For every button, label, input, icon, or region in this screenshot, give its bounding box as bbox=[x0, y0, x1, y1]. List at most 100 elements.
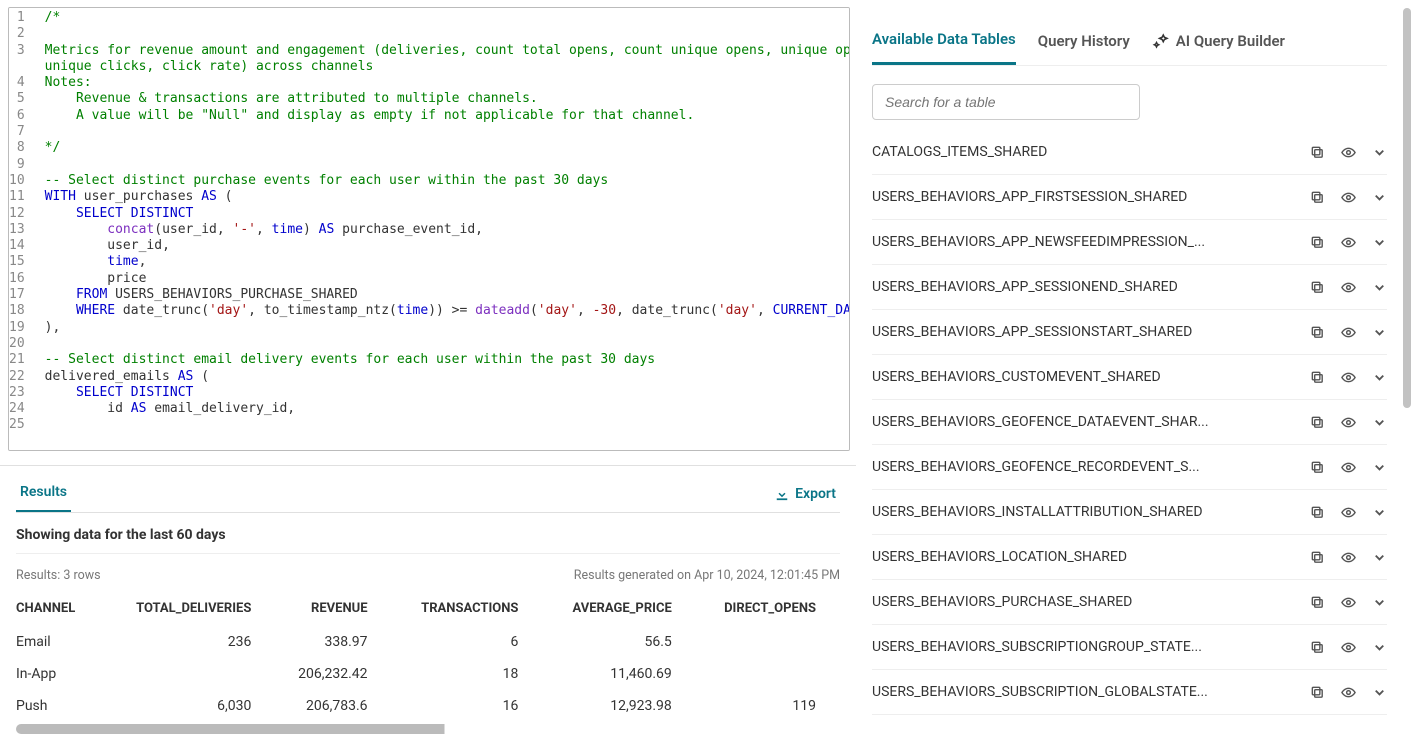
eye-icon[interactable] bbox=[1341, 460, 1356, 475]
column-header: DIRECT_OPENS bbox=[696, 591, 840, 626]
eye-icon[interactable] bbox=[1341, 370, 1356, 385]
chevron-down-icon[interactable] bbox=[1372, 145, 1387, 160]
table-cell: 12,923.98 bbox=[542, 690, 695, 722]
eye-icon[interactable] bbox=[1341, 325, 1356, 340]
table-name: USERS_BEHAVIORS_APP_SESSIONSTART_SHARED bbox=[872, 324, 1192, 340]
table-item[interactable]: USERS_BEHAVIORS_LOCATION_SHARED bbox=[872, 535, 1387, 580]
column-header: TOTAL_DELIVERIES bbox=[102, 591, 275, 626]
eye-icon[interactable] bbox=[1341, 145, 1356, 160]
chevron-down-icon[interactable] bbox=[1372, 235, 1387, 250]
table-row: Email236338.97656.5 bbox=[16, 626, 840, 658]
table-name: USERS_BEHAVIORS_INSTALLATTRIBUTION_SHARE… bbox=[872, 504, 1203, 520]
table-name: USERS_BEHAVIORS_SUBSCRIPTION_GLOBALSTATE… bbox=[872, 684, 1208, 700]
table-item[interactable]: USERS_BEHAVIORS_APP_NEWSFEEDIMPRESSION_.… bbox=[872, 220, 1387, 265]
copy-icon[interactable] bbox=[1310, 235, 1325, 250]
chevron-down-icon[interactable] bbox=[1372, 370, 1387, 385]
table-cell: 18 bbox=[392, 658, 543, 690]
chevron-down-icon[interactable] bbox=[1372, 550, 1387, 565]
table-name: USERS_BEHAVIORS_APP_FIRSTSESSION_SHARED bbox=[872, 189, 1187, 205]
column-header: REVENUE bbox=[275, 591, 391, 626]
download-icon bbox=[775, 487, 789, 501]
eye-icon[interactable] bbox=[1341, 685, 1356, 700]
table-item[interactable]: USERS_BEHAVIORS_SUBSCRIPTIONGROUP_STATE.… bbox=[872, 625, 1387, 670]
table-item[interactable]: USERS_BEHAVIORS_SUBSCRIPTION_GLOBALSTATE… bbox=[872, 670, 1387, 715]
horizontal-scrollbar[interactable] bbox=[16, 724, 840, 734]
chevron-down-icon[interactable] bbox=[1372, 640, 1387, 655]
search-input[interactable] bbox=[872, 84, 1140, 120]
chevron-down-icon[interactable] bbox=[1372, 415, 1387, 430]
table-cell: 206,232.42 bbox=[275, 658, 391, 690]
column-header: CHANNEL bbox=[16, 591, 102, 626]
eye-icon[interactable] bbox=[1341, 640, 1356, 655]
copy-icon[interactable] bbox=[1310, 505, 1325, 520]
column-header: AVERAGE_PRICE bbox=[542, 591, 695, 626]
line-gutter: 1234567891011121314151617181920212223242… bbox=[9, 8, 33, 436]
tab-ai-query-builder[interactable]: AI Query Builder bbox=[1152, 22, 1285, 64]
table-cell: 11,460.69 bbox=[542, 658, 695, 690]
chevron-down-icon[interactable] bbox=[1372, 505, 1387, 520]
copy-icon[interactable] bbox=[1310, 370, 1325, 385]
table-name: CATALOGS_ITEMS_SHARED bbox=[872, 144, 1047, 160]
results-generated: Results generated on Apr 10, 2024, 12:01… bbox=[574, 568, 840, 583]
chevron-down-icon[interactable] bbox=[1372, 325, 1387, 340]
chevron-down-icon[interactable] bbox=[1372, 685, 1387, 700]
table-cell: 16 bbox=[392, 690, 543, 722]
table-cell: In-App bbox=[16, 658, 102, 690]
table-name: USERS_BEHAVIORS_SUBSCRIPTIONGROUP_STATE.… bbox=[872, 639, 1202, 655]
copy-icon[interactable] bbox=[1310, 640, 1325, 655]
export-button[interactable]: Export bbox=[771, 478, 840, 510]
table-name: USERS_BEHAVIORS_GEOFENCE_RECORDEVENT_S..… bbox=[872, 459, 1200, 475]
copy-icon[interactable] bbox=[1310, 595, 1325, 610]
chevron-down-icon[interactable] bbox=[1372, 190, 1387, 205]
table-cell bbox=[102, 658, 275, 690]
table-name: USERS_BEHAVIORS_GEOFENCE_DATAEVENT_SHAR.… bbox=[872, 414, 1209, 430]
table-cell: Email bbox=[16, 626, 102, 658]
table-item[interactable]: USERS_BEHAVIORS_CUSTOMEVENT_SHARED bbox=[872, 355, 1387, 400]
table-item[interactable]: USERS_BEHAVIORS_APP_SESSIONSTART_SHARED bbox=[872, 310, 1387, 355]
eye-icon[interactable] bbox=[1341, 505, 1356, 520]
chevron-down-icon[interactable] bbox=[1372, 280, 1387, 295]
copy-icon[interactable] bbox=[1310, 325, 1325, 340]
tab-results[interactable]: Results bbox=[16, 476, 71, 512]
sql-editor[interactable]: 1234567891011121314151617181920212223242… bbox=[8, 7, 850, 451]
table-item[interactable]: USERS_BEHAVIORS_APP_SESSIONEND_SHARED bbox=[872, 265, 1387, 310]
table-item[interactable]: USERS_BEHAVIORS_PURCHASE_SHARED bbox=[872, 580, 1387, 625]
table-row: Push6,030206,783.61612,923.98119 bbox=[16, 690, 840, 722]
tab-query-history[interactable]: Query History bbox=[1038, 22, 1130, 64]
copy-icon[interactable] bbox=[1310, 460, 1325, 475]
export-label: Export bbox=[795, 486, 836, 502]
table-item[interactable]: USERS_BEHAVIORS_GEOFENCE_DATAEVENT_SHAR.… bbox=[872, 400, 1387, 445]
table-cell bbox=[696, 658, 840, 690]
copy-icon[interactable] bbox=[1310, 685, 1325, 700]
table-cell: 119 bbox=[696, 690, 840, 722]
tab-ai-label: AI Query Builder bbox=[1176, 32, 1285, 50]
copy-icon[interactable] bbox=[1310, 415, 1325, 430]
chevron-down-icon[interactable] bbox=[1372, 595, 1387, 610]
table-item[interactable]: USERS_BEHAVIORS_GEOFENCE_RECORDEVENT_S..… bbox=[872, 445, 1387, 490]
table-list: CATALOGS_ITEMS_SHARED USERS_BEHAVIORS_APP… bbox=[872, 130, 1387, 715]
table-name: USERS_BEHAVIORS_APP_NEWSFEEDIMPRESSION_.… bbox=[872, 234, 1205, 250]
results-table: CHANNELTOTAL_DELIVERIESREVENUETRANSACTIO… bbox=[16, 591, 840, 722]
chevron-down-icon[interactable] bbox=[1372, 460, 1387, 475]
tab-available-tables[interactable]: Available Data Tables bbox=[872, 20, 1016, 65]
eye-icon[interactable] bbox=[1341, 190, 1356, 205]
code-area[interactable]: /* Metrics for revenue amount and engage… bbox=[33, 8, 850, 436]
copy-icon[interactable] bbox=[1310, 190, 1325, 205]
table-item[interactable]: USERS_BEHAVIORS_INSTALLATTRIBUTION_SHARE… bbox=[872, 490, 1387, 535]
table-item[interactable]: CATALOGS_ITEMS_SHARED bbox=[872, 130, 1387, 175]
table-item[interactable]: USERS_BEHAVIORS_APP_FIRSTSESSION_SHARED bbox=[872, 175, 1387, 220]
eye-icon[interactable] bbox=[1341, 235, 1356, 250]
copy-icon[interactable] bbox=[1310, 550, 1325, 565]
eye-icon[interactable] bbox=[1341, 550, 1356, 565]
table-cell: 56.5 bbox=[542, 626, 695, 658]
eye-icon[interactable] bbox=[1341, 415, 1356, 430]
eye-icon[interactable] bbox=[1341, 280, 1356, 295]
eye-icon[interactable] bbox=[1341, 595, 1356, 610]
copy-icon[interactable] bbox=[1310, 145, 1325, 160]
copy-icon[interactable] bbox=[1310, 280, 1325, 295]
table-name: USERS_BEHAVIORS_LOCATION_SHARED bbox=[872, 549, 1127, 565]
column-header: TRANSACTIONS bbox=[392, 591, 543, 626]
table-name: USERS_BEHAVIORS_PURCHASE_SHARED bbox=[872, 594, 1132, 610]
table-cell: 236 bbox=[102, 626, 275, 658]
vertical-scrollbar[interactable] bbox=[1403, 8, 1411, 408]
